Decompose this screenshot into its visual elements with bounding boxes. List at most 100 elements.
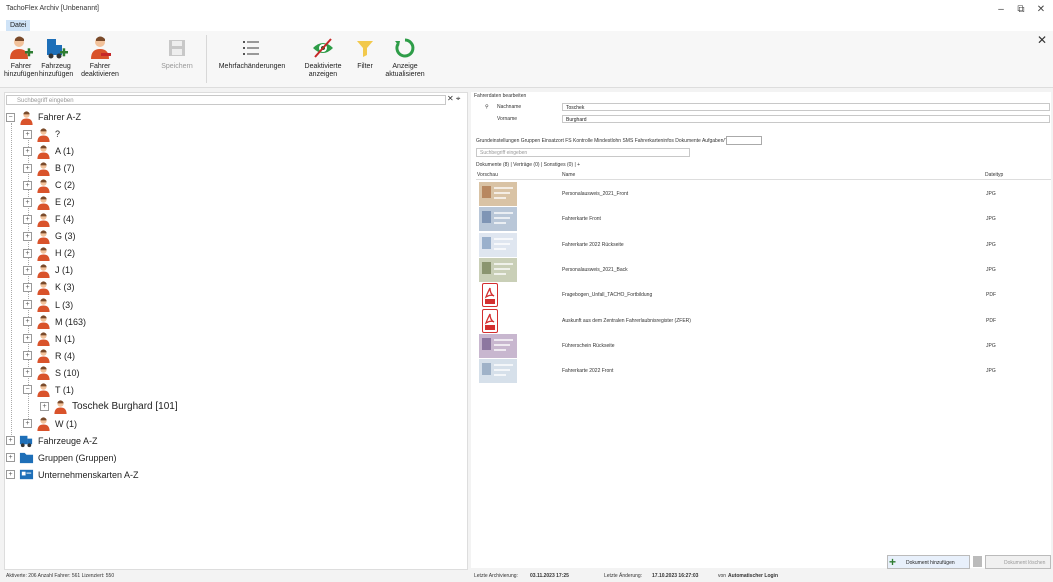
change-by: von (718, 573, 727, 579)
tree-root-vehicles[interactable]: + Fahrzeuge A-Z (6, 433, 98, 449)
truck-icon (19, 436, 33, 448)
multi-change-button[interactable]: Mehrfachänderungen (212, 33, 292, 71)
expand-toggle[interactable]: + (40, 402, 49, 412)
document-thumbnail (479, 232, 517, 257)
tree-label: E (2) (55, 197, 75, 208)
expand-toggle[interactable]: + (6, 453, 15, 463)
expand-toggle[interactable]: + (6, 436, 15, 446)
tree-group-node[interactable]: + G (3) (23, 228, 76, 244)
expand-toggle[interactable]: + (23, 317, 32, 327)
person-icon (37, 281, 50, 295)
tab-documents-active[interactable] (726, 136, 762, 145)
detail-tabs[interactable]: Grundeinstellungen Gruppen Einsatzort FS… (476, 138, 743, 144)
eye-icon (297, 33, 349, 63)
document-row[interactable]: Fahrerkarte 2022 Rückseite JPG (476, 232, 1051, 258)
tree-group-node[interactable]: + E (2) (23, 194, 75, 210)
expand-toggle[interactable]: + (23, 282, 32, 292)
document-row[interactable]: Personalausweis_2021_Back JPG (476, 257, 1051, 283)
tree-driver-selected[interactable]: + Toschek Burghard [101] (40, 399, 178, 415)
save-button[interactable]: Speichern (160, 33, 194, 71)
tree-root-groups[interactable]: + Gruppen (Gruppen) (6, 450, 117, 466)
expand-toggle[interactable]: + (23, 265, 32, 275)
person-icon (37, 196, 50, 210)
delete-document-button[interactable]: Dokument löschen (985, 555, 1051, 569)
expand-toggle[interactable]: + (23, 300, 32, 309)
document-search-input[interactable]: Suchbegriff eingeben (476, 148, 690, 157)
tree-group-node[interactable]: + N (1) (23, 331, 75, 347)
document-filter-tabs[interactable]: Dokumente (8) | Verträge (0) | Sonstiges… (476, 162, 580, 168)
document-type: PDF (986, 317, 996, 324)
expand-toggle[interactable]: + (23, 163, 32, 173)
tree-group-node[interactable]: + K (3) (23, 279, 75, 295)
tree-group-node[interactable]: + F (4) (23, 211, 74, 227)
document-row[interactable]: Fahrerkarte 2022 Front JPG (476, 358, 1051, 384)
tree-group-node[interactable]: + L (3) (23, 297, 73, 313)
tree-label: R (4) (55, 350, 75, 361)
tree-group-node[interactable]: +? (23, 126, 60, 142)
tree-group-node[interactable]: + J (1) (23, 262, 73, 278)
close-button[interactable]: ✕ (1031, 4, 1051, 15)
expand-toggle[interactable]: + (23, 197, 32, 207)
person-icon (20, 110, 33, 125)
expand-toggle[interactable]: + (23, 351, 32, 361)
tree-group-node[interactable]: + B (7) (23, 160, 75, 176)
tree-group-node[interactable]: + H (2) (23, 245, 75, 261)
person-icon (37, 366, 50, 381)
tree-label: Gruppen (Gruppen) (38, 452, 117, 463)
add-driver-button[interactable]: Fahrer hinzufügen (4, 33, 38, 79)
person-icon (37, 264, 50, 278)
tree-root-company-cards[interactable]: + Unternehmenskarten A-Z (6, 467, 139, 483)
expand-toggle[interactable]: + (23, 248, 32, 258)
tree-group-node[interactable]: + M (163) (23, 314, 86, 330)
firstname-label: Vorname (497, 116, 518, 122)
window-title: TachoFlex Archiv [Unbenannt] (6, 5, 99, 12)
document-name: Auskunft aus dem Zentralen Fahrerlaubnis… (562, 317, 691, 324)
change-label: Letzte Änderung: (604, 573, 643, 579)
tree-label: K (3) (55, 282, 75, 293)
menu-bar: Datei (0, 20, 1053, 31)
document-row[interactable]: Führerschein Rückseite JPG (476, 333, 1051, 359)
tree-group-node[interactable]: + W (1) (23, 416, 77, 432)
minimize-button[interactable]: – (991, 4, 1011, 15)
restore-button[interactable]: ⧉ (1011, 4, 1031, 15)
expand-toggle[interactable]: + (23, 419, 32, 429)
expand-toggle[interactable]: + (6, 470, 15, 480)
show-deactivated-button[interactable]: Deaktivierte anzeigen (297, 33, 349, 79)
filter-button[interactable]: Filter (352, 33, 378, 71)
person-icon (37, 144, 50, 159)
expand-toggle[interactable]: − (23, 385, 32, 395)
expand-toggle[interactable]: + (23, 129, 32, 139)
filter-icon (352, 33, 378, 63)
expand-toggle[interactable]: + (23, 334, 32, 344)
tree-root-drivers[interactable]: − Fahrer A-Z (6, 109, 81, 125)
pin-icon[interactable]: ✕ (1037, 33, 1047, 47)
firstname-field[interactable]: Burghard (562, 115, 1050, 123)
menu-file[interactable]: Datei (6, 20, 31, 31)
tree-group-node[interactable]: − T (1) (23, 382, 74, 398)
expand-toggle[interactable]: + (23, 231, 32, 241)
document-name: Personalausweis_2021_Back (562, 266, 628, 273)
expand-toggle[interactable]: + (23, 368, 32, 378)
tree-group-node[interactable]: + A (1) (23, 143, 74, 159)
tree-label: Fahrer A-Z (38, 112, 82, 122)
expand-toggle[interactable]: + (23, 180, 32, 190)
tree-group-node[interactable]: + S (10) (23, 365, 80, 381)
lastname-field[interactable]: Toschek (562, 103, 1050, 111)
expand-toggle[interactable]: + (23, 214, 32, 224)
status-counts: Aktiverte: 206 Anzahl Fahrer: 561 Lizenz… (6, 573, 115, 579)
add-vehicle-button[interactable]: Fahrzeug hinzufügen (39, 33, 73, 79)
document-row[interactable]: Auskunft aus dem Zentralen Fahrerlaubnis… (476, 308, 1051, 334)
add-document-button[interactable]: Dokument hinzufügen (887, 555, 970, 569)
search-clear-icon[interactable]: ✕ ⌖ (447, 94, 460, 104)
document-row[interactable]: Personalausweis_2021_Front JPG (476, 181, 1051, 207)
tree-group-node[interactable]: + R (4) (23, 348, 75, 364)
deactivate-driver-button[interactable]: Fahrer deaktivieren (77, 33, 123, 79)
expand-toggle[interactable]: + (23, 146, 32, 156)
tree-group-node[interactable]: + C (2) (23, 177, 75, 193)
refresh-button[interactable]: Anzeige aktualisieren (383, 33, 427, 79)
tree-search-input[interactable]: Suchbegriff eingeben (6, 95, 446, 105)
document-row[interactable]: Fahrerkarte Front JPG (476, 206, 1051, 232)
expand-toggle[interactable]: − (6, 112, 15, 122)
plus-icon: + (889, 555, 897, 569)
document-row[interactable]: Fragebogen_Unfall_TACHO_Fortbildung PDF (476, 282, 1051, 308)
